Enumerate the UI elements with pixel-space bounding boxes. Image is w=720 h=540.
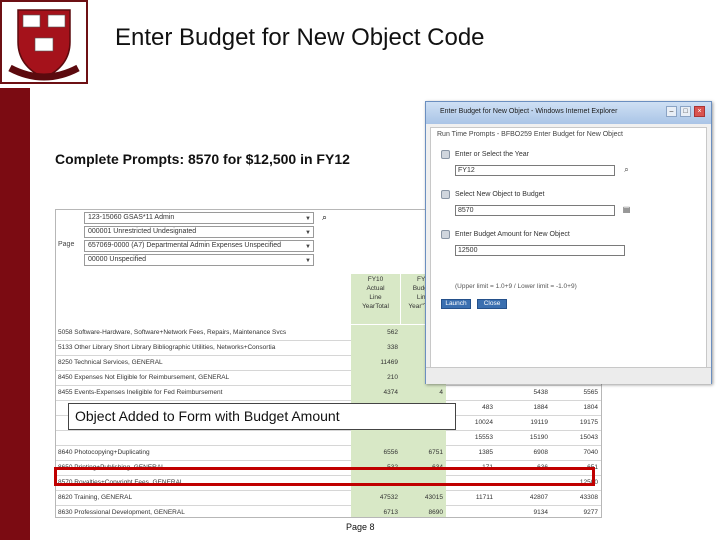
row-label: 8620 Training, GENERAL [58,494,133,501]
table-cell[interactable]: 19175 [551,415,601,430]
table-cell[interactable]: 562 [351,325,401,340]
prompt-dropdown-text: 00000 Unspecified [88,256,146,263]
table-cell[interactable]: 8690 [401,505,446,517]
row-label: 8630 Professional Development, GENERAL [58,509,185,516]
chevron-down-icon: ▼ [305,216,311,222]
table-cell[interactable] [446,385,496,400]
prompt-icon [441,150,450,159]
table-cell[interactable] [446,505,496,517]
table-cell[interactable]: 4374 [351,385,401,400]
prompt-dropdown-text: 000001 Unrestricted Undesignated [88,228,197,235]
new-object-row-highlight [54,467,595,486]
object-prompt-label: Select New Object to Budget [455,191,545,198]
chevron-down-icon: ▼ [305,258,311,264]
prompt-dropdown-1[interactable]: 123-15060 GSAS*11 Admin ▼ [84,212,314,224]
table-cell[interactable]: 1804 [551,400,601,415]
page-prompt-label: Page [58,241,75,248]
dialog-title: Enter Budget for New Object - Windows In… [440,108,618,115]
table-cell[interactable]: 6908 [496,445,551,460]
callout-box: Object Added to Form with Budget Amount [68,403,456,430]
prompt-dropdown-text: 657069-0000 (A7) Departmental Admin Expe… [88,242,282,249]
binoculars-icon[interactable]: ⌕ [322,212,327,223]
table-cell[interactable] [401,430,446,445]
dialog-titlebar[interactable]: Enter Budget for New Object - Windows In… [426,102,711,124]
table-cell[interactable]: 338 [351,340,401,355]
table-cell[interactable]: 11469 [351,355,401,370]
prompt-dropdown-text: 123-15060 GSAS*11 Admin [88,214,175,221]
harvard-logo [0,0,88,84]
chevron-down-icon: ▼ [305,230,311,236]
table-row: 8620 Training, GENERAL 47532 43015 11711 428… [56,490,601,506]
prompt-dropdown-4[interactable]: 00000 Unspecified ▼ [84,254,314,266]
crimson-side-bar [0,88,30,540]
table-row: 8630 Professional Development, GENERAL 67… [56,505,601,517]
select-value-icon[interactable]: ▤ [621,205,632,216]
dialog-status-bar [426,367,711,384]
close-window-button[interactable]: × [694,106,705,117]
enter-budget-dialog: Enter Budget for New Object - Windows In… [425,101,712,384]
object-input[interactable]: 8570 [455,205,615,216]
header-line: Line [369,294,382,301]
row-label: 8455 Events-Expenses Ineligible for Fed … [58,389,223,396]
table-cell[interactable]: 5565 [551,385,601,400]
slide-subtitle: Complete Prompts: 8570 for $12,500 in FY… [55,151,350,167]
column-header-fy10: FY10 Actual Line YearTotal [351,274,401,324]
table-cell[interactable]: 42807 [496,490,551,505]
row-label: 5058 Software-Hardware, Software+Network… [58,329,287,336]
chevron-down-icon: ▼ [305,244,311,250]
table-row: 8455 Events-Expenses Ineligible for Fed … [56,385,601,401]
table-cell[interactable]: 6556 [351,445,401,460]
table-cell[interactable]: 15190 [496,430,551,445]
table-cell[interactable]: 43015 [401,490,446,505]
table-cell[interactable] [351,430,401,445]
table-cell[interactable]: 15043 [551,430,601,445]
table-cell[interactable]: 6713 [351,505,401,517]
year-input[interactable]: FY12 [455,165,615,176]
binoculars-icon[interactable]: ⌕ [621,165,632,176]
header-line: Actual [366,285,385,292]
row-label: 8250 Technical Services, GENERAL [58,359,163,366]
row-label: 8640 Photocopying+Duplicating [58,449,150,456]
slide-title: Enter Budget for New Object Code [115,24,485,51]
amount-limit-hint: (Upper limit = 1.0+9 / Lower limit = -1.… [455,283,577,290]
launch-button[interactable]: Launch [441,299,471,309]
table-cell[interactable]: 7040 [551,445,601,460]
table-cell[interactable]: 15553 [446,430,496,445]
table-cell[interactable]: 1884 [496,400,551,415]
row-label: 8450 Expenses Not Eligible for Reimburse… [58,374,230,381]
table-cell[interactable]: 47532 [351,490,401,505]
table-cell[interactable]: 6751 [401,445,446,460]
prompt-dropdown-2[interactable]: 000001 Unrestricted Undesignated ▼ [84,226,314,238]
table-cell[interactable]: 1385 [446,445,496,460]
dialog-body: Run Time Prompts - BFBO259 Enter Budget … [430,127,707,379]
table-row: 15553 15190 15043 [56,430,601,446]
amount-prompt-label: Enter Budget Amount for New Object [455,231,570,238]
maximize-button[interactable]: □ [680,106,691,117]
prompt-icon [441,230,450,239]
table-cell[interactable]: 5438 [496,385,551,400]
page-number: Page 8 [346,522,375,532]
header-line: FY10 [367,276,384,283]
table-cell[interactable]: 4 [401,385,446,400]
table-cell[interactable]: 9134 [496,505,551,517]
table-cell[interactable]: 9277 [551,505,601,517]
table-row: 8640 Photocopying+Duplicating 6556 6751 138… [56,445,601,461]
amount-input[interactable]: 12500 [455,245,625,256]
table-cell[interactable]: 210 [351,370,401,385]
run-time-prompts-heading: Run Time Prompts - BFBO259 Enter Budget … [437,131,623,138]
table-cell[interactable]: 11711 [446,490,496,505]
year-prompt-label: Enter or Select the Year [455,151,529,158]
prompt-icon [441,190,450,199]
prompt-dropdown-3[interactable]: 657069-0000 (A7) Departmental Admin Expe… [84,240,314,252]
row-label: 5133 Other Library Short Library Bibliog… [58,344,276,351]
header-line: YearTotal [362,303,389,310]
close-button[interactable]: Close [477,299,507,309]
table-cell[interactable]: 43308 [551,490,601,505]
table-cell[interactable]: 19119 [496,415,551,430]
minimize-button[interactable]: – [666,106,677,117]
